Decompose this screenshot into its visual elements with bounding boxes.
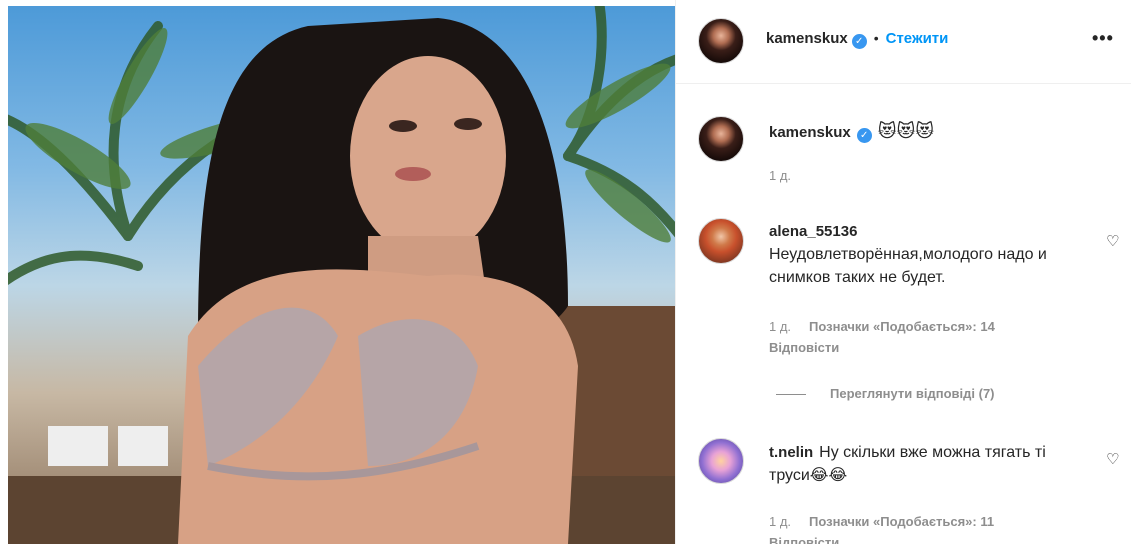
caption-username[interactable]: kamenskux xyxy=(769,124,851,141)
comment-likes[interactable]: Позначки «Подобається»: 11 xyxy=(809,514,994,529)
reply-button[interactable]: Відповісти xyxy=(769,532,994,544)
follow-button[interactable]: Стежити xyxy=(886,30,949,47)
more-options-icon[interactable]: ••• xyxy=(1092,28,1114,49)
comment-likes[interactable]: Позначки «Подобається»: 14 xyxy=(809,319,995,334)
post-photo-art xyxy=(8,6,675,544)
caption-text-block: kamenskux ✓ 😻😻😻 xyxy=(769,120,1069,144)
view-replies-label: Переглянути відповіді (7) xyxy=(830,386,995,401)
post-photo[interactable] xyxy=(8,6,675,544)
comment-username[interactable]: alena_55136 xyxy=(769,223,857,240)
author-line: kamenskux ✓ • Стежити xyxy=(766,30,948,49)
caption-time[interactable]: 1 д. xyxy=(769,168,791,183)
commenter-avatar[interactable] xyxy=(698,438,744,484)
comment-username[interactable]: t.nelin xyxy=(769,444,813,461)
view-replies-button[interactable]: Переглянути відповіді (7) xyxy=(776,386,995,401)
verified-icon: ✓ xyxy=(851,34,867,49)
comment-meta: 1 д. Позначки «Подобається»: 11 Відповіст… xyxy=(769,511,994,544)
comment-text: Неудовлетворённая,молодого надо и снимко… xyxy=(769,246,1047,286)
caption-meta: 1 д. xyxy=(769,165,791,186)
post-header: kamenskux ✓ • Стежити ••• xyxy=(676,0,1131,84)
commenter-avatar[interactable] xyxy=(698,218,744,264)
author-username[interactable]: kamenskux xyxy=(766,30,848,47)
post-side-panel: kamenskux ✓ • Стежити ••• kamenskux ✓ 😻😻😻 1 д… xyxy=(675,0,1131,544)
comment-text-block: t.nelin Ну скільки вже можна тягать ті тр… xyxy=(769,441,1089,487)
like-heart-icon[interactable]: ♡ xyxy=(1106,450,1119,468)
caption-text: 😻😻😻 xyxy=(877,121,935,141)
verified-icon: ✓ xyxy=(856,128,872,143)
separator-dot: • xyxy=(873,30,879,46)
comment-text-block: alena_55136 Неудовлетворённая,молодого н… xyxy=(769,220,1069,289)
comment-time[interactable]: 1 д. xyxy=(769,514,791,529)
caption-avatar[interactable] xyxy=(698,116,744,162)
like-heart-icon[interactable]: ♡ xyxy=(1106,232,1119,250)
reply-button[interactable]: Відповісти xyxy=(769,337,995,358)
comment-meta: 1 д. Позначки «Подобається»: 14 Відповіст… xyxy=(769,316,995,358)
comment-time[interactable]: 1 д. xyxy=(769,319,791,334)
replies-divider xyxy=(776,394,806,396)
author-avatar[interactable] xyxy=(698,18,744,64)
